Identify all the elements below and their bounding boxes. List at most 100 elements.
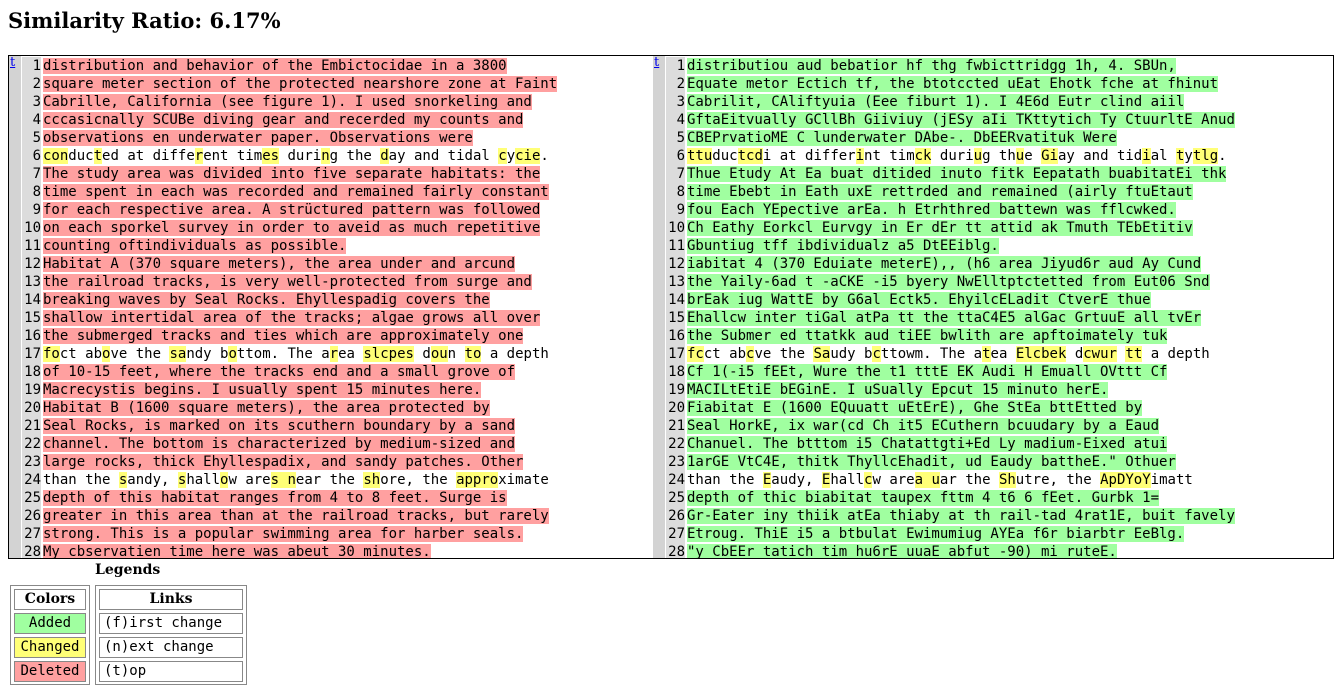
legend-links-header: Links	[99, 589, 243, 610]
changed-segment: r	[194, 148, 204, 164]
right-line-number: 9	[666, 201, 685, 219]
left-line-number: 25	[22, 489, 41, 507]
text-segment: duri	[279, 148, 322, 164]
changed-segment: slcpes	[363, 346, 414, 362]
text-segment: square meter section of the protected ne…	[43, 76, 558, 92]
left-line-number: 13	[22, 273, 41, 291]
right-line: 6 ttuductcdi at differint timck duriug th…	[666, 147, 1333, 165]
right-line-number: 14	[666, 291, 685, 309]
left-line: 15 shallow intertidal area of the tracks;…	[22, 309, 655, 327]
left-line-number: 4	[22, 111, 41, 129]
right-line-number: 10	[666, 219, 685, 237]
left-line: 25 depth of this habitat ranges from 4 to…	[22, 489, 655, 507]
left-line-number: 3	[22, 93, 41, 111]
legend-caption: Legends	[95, 562, 161, 578]
changed-segment: tcd	[737, 148, 763, 164]
left-line-text: strong. This is a popular swimming area …	[43, 526, 524, 542]
changed-segment: fc	[687, 346, 704, 362]
left-line: 7 The study area was divided into five se…	[22, 165, 655, 183]
right-line: 9 fou Each YEpective arEa. h Etrhthred ba…	[666, 201, 1333, 219]
right-lines: 1 distributiou aud bebatior hf thg fwbict…	[666, 57, 1333, 558]
left-line-number: 2	[22, 75, 41, 93]
text-segment: Ehallcw inter tiGal atPa tt the ttaC4E5 …	[687, 310, 1202, 326]
right-line: 7 Thue Etudy At Ea buat ditided inuto fit…	[666, 165, 1333, 183]
right-line: 13 the Yaily-6ad t -aCKE -i5 byery NwEllt…	[666, 273, 1333, 291]
right-line: 23 1arGE VtC4E, thitk ThyllcEhadit, ud Ea…	[666, 453, 1333, 471]
text-segment: iabitat 4 (370 Eduiate meterE),, (h6 are…	[687, 256, 1202, 272]
left-line: 18 of 10-15 feet, where the tracks end an…	[22, 363, 655, 381]
left-line: 1 distribution and behavior of the Embict…	[22, 57, 655, 75]
right-line-number: 13	[666, 273, 685, 291]
legend-deleted: Deleted	[14, 661, 86, 682]
right-line-number: 21	[666, 417, 685, 435]
right-top-link[interactable]: t	[653, 56, 665, 70]
text-segment: utre, the	[1015, 472, 1101, 488]
right-line-text: "y CbEEr tatich tim hu6rE uuaE abfut -90…	[687, 544, 1117, 558]
left-line-text: shallow intertidal area of the tracks; a…	[43, 310, 541, 326]
left-line-text: channel. The bottom is characterized by …	[43, 436, 516, 452]
right-line-text: Thue Etudy At Ea buat ditided inuto fitk…	[687, 166, 1227, 182]
left-line-number: 12	[22, 255, 41, 273]
left-top-link[interactable]: t	[9, 56, 21, 70]
text-segment: ve the	[754, 346, 814, 362]
text-segment: e	[1024, 148, 1042, 164]
left-line-number: 21	[22, 417, 41, 435]
text-segment: Thue Etudy At Ea buat ditided inuto fitk…	[687, 166, 1227, 182]
right-line-number: 3	[666, 93, 685, 111]
left-line-number: 1	[22, 57, 41, 75]
changed-segment: Sa	[813, 346, 831, 362]
left-line-text: The study area was divided into five sep…	[43, 166, 541, 182]
text-segment: udy b	[830, 346, 873, 362]
text-segment: MACILtEtiE bEGinE. I uSually Epcut 15 mi…	[687, 382, 1109, 398]
right-line-number: 7	[666, 165, 685, 183]
text-segment: ximate	[498, 472, 549, 488]
text-segment: the railroad tracks, is very well-protec…	[43, 274, 532, 290]
right-line: 15 Ehallcw inter tiGal atPa tt the ttaC4E…	[666, 309, 1333, 327]
text-segment: .	[1218, 148, 1227, 164]
text-segment: channel. The bottom is characterized by …	[43, 436, 516, 452]
legend-colors-header: Colors	[14, 589, 86, 610]
text-segment: Chanuel. The btttom i5 Chatattgti+Ed Ly …	[687, 436, 1168, 452]
left-line-text: cccasicnally SCUBe diving gear and recer…	[43, 112, 524, 128]
right-pane: t 1 distributiou aud bebatior hf thg fwbi…	[653, 56, 1333, 558]
text-segment: strong. This is a popular swimming area …	[43, 526, 524, 542]
text-segment: hall	[830, 472, 865, 488]
text-segment: ttom. The a	[236, 346, 330, 362]
left-line: 2 square meter section of the protected n…	[22, 75, 655, 93]
changed-segment: a u	[914, 472, 940, 488]
changed-segment: t	[982, 346, 991, 362]
changed-segment: tt	[1125, 346, 1143, 362]
text-segment: ndy b	[186, 346, 229, 362]
changed-segment: Sh	[998, 472, 1016, 488]
changed-segment: u	[973, 148, 983, 164]
left-line-text: greater in this area than at the railroa…	[43, 508, 549, 524]
left-line-text: square meter section of the protected ne…	[43, 76, 558, 92]
right-line-number: 24	[666, 471, 685, 489]
changed-segment: c	[498, 148, 507, 164]
left-line: 8 time spent in each was recorded and rem…	[22, 183, 655, 201]
changed-segment: d	[380, 148, 389, 164]
right-line-number: 5	[666, 129, 685, 147]
changed-segment: es	[262, 148, 280, 164]
right-line-text: MACILtEtiE bEGinE. I uSually Epcut 15 mi…	[687, 382, 1109, 398]
changed-segment: c	[872, 346, 881, 362]
right-line-number: 28	[666, 543, 685, 558]
left-line-text: depth of this habitat ranges from 4 to 8…	[43, 490, 507, 506]
right-line-number: 18	[666, 363, 685, 381]
text-segment: ct ab	[703, 346, 747, 362]
left-line-number: 11	[22, 237, 41, 255]
legend-added: Added	[14, 613, 86, 634]
right-line-text: CBEPrvatioME C lunderwater DAbe-. DbEERv…	[687, 130, 1117, 146]
left-line: 19 Macrecystis begins. I usually spent 15…	[22, 381, 655, 399]
right-line-text: Gr-Eater iny thiik atEa thiaby at th rai…	[687, 508, 1235, 524]
right-line-number: 6	[666, 147, 685, 165]
right-line-number: 4	[666, 111, 685, 129]
text-segment: ea	[338, 346, 364, 362]
changed-segment: o	[228, 346, 237, 362]
right-line-text: Cabrilit, CAliftyuia (Eee fiburt 1). I 4…	[687, 94, 1185, 110]
left-line-number: 27	[22, 525, 41, 543]
text-segment: ar the	[939, 472, 999, 488]
right-line-text: time Ebebt in Eath uxE rettrded and rema…	[687, 184, 1193, 200]
left-line: 12 Habitat A (370 square meters), the are…	[22, 255, 655, 273]
left-line: 23 large rocks, thick Ehyllespadix, and s…	[22, 453, 655, 471]
